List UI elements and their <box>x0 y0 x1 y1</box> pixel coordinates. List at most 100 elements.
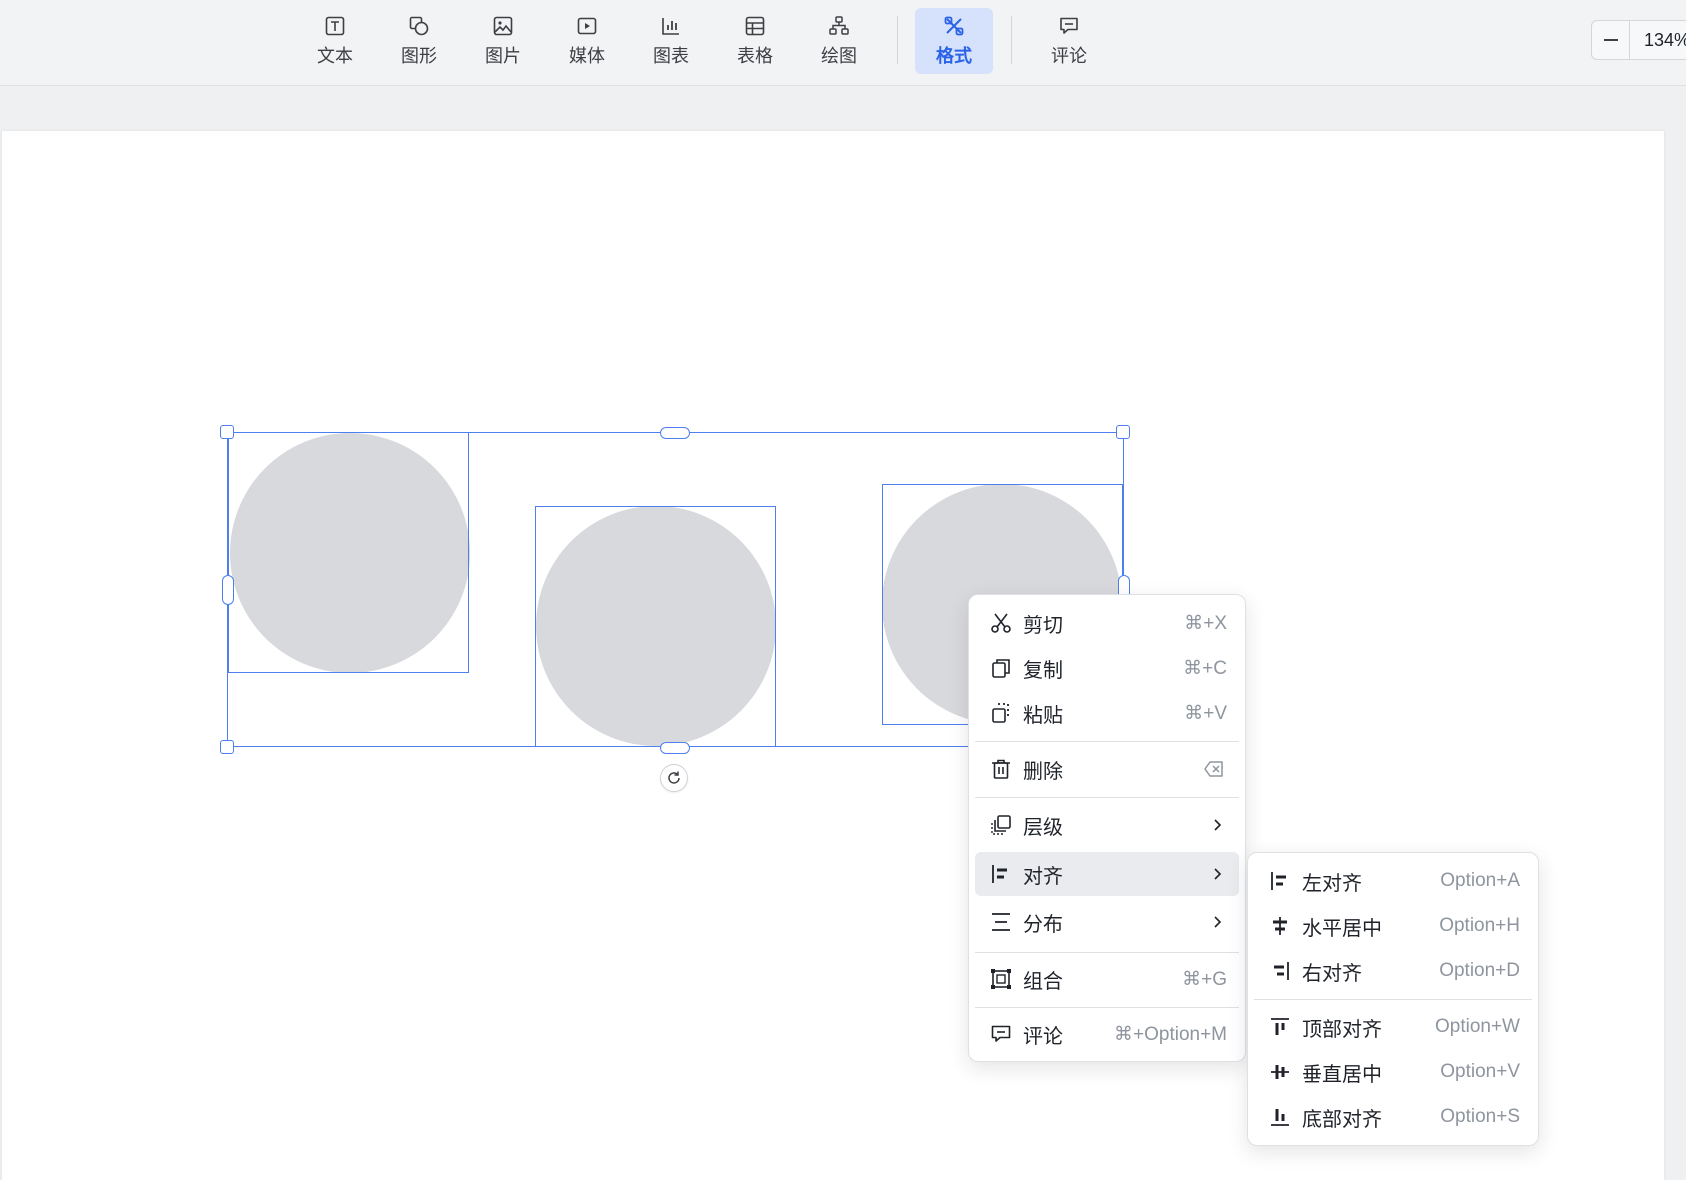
submenu-item-shortcut: Option+W <box>1434 1016 1520 1037</box>
context-menu: 剪切 ⌘+X 复制 ⌘+C 粘贴 ⌘+V 删除 层级 对齐 分布 组合 ⌘+G … <box>968 594 1246 1062</box>
copy-icon <box>992 659 1010 678</box>
submenu-item-shortcut: Option+D <box>1439 960 1520 981</box>
submenu-item-label: 垂直居中 <box>1302 1063 1382 1086</box>
distribute-icon <box>992 913 1010 931</box>
submenu-item-align-left[interactable]: 左对齐 Option+A <box>1254 859 1532 903</box>
submenu-item-shortcut: Option+V <box>1440 1061 1520 1082</box>
submenu-item-shortcut: Option+H <box>1439 915 1520 936</box>
menu-item-shortcut: ⌘+G <box>1182 968 1227 990</box>
align-top-icon <box>1271 1018 1289 1035</box>
submenu-item-shortcut: Option+A <box>1440 870 1520 891</box>
menu-item-align[interactable]: 对齐 <box>975 852 1239 896</box>
menu-item-comment[interactable]: 评论 ⌘+Option+M <box>975 1012 1239 1056</box>
zoom-out-button[interactable] <box>1592 21 1630 59</box>
shape-icon <box>409 16 429 36</box>
toolbar-divider <box>1011 16 1012 64</box>
menu-item-layer[interactable]: 层级 <box>975 803 1239 847</box>
scissors-icon <box>991 613 1011 633</box>
resize-handle-bottom[interactable] <box>660 742 690 754</box>
align-left-icon <box>992 865 1007 883</box>
rotate-handle[interactable] <box>660 764 688 792</box>
paste-icon <box>992 703 1009 723</box>
menu-separator <box>975 797 1239 798</box>
resize-handle-top-left[interactable] <box>220 425 234 439</box>
comment-icon <box>1060 17 1078 34</box>
menu-item-shortcut: ⌘+C <box>1183 657 1227 679</box>
media-icon <box>577 17 597 35</box>
submenu-item-label: 水平居中 <box>1302 917 1382 940</box>
toolbar-diagram-button[interactable]: 绘图 <box>800 8 878 74</box>
trash-icon <box>992 759 1010 779</box>
toolbar-format-label: 格式 <box>936 46 972 66</box>
toolbar-table-button[interactable]: 表格 <box>716 8 794 74</box>
text-icon <box>325 16 345 36</box>
submenu-item-align-bottom[interactable]: 底部对齐 Option+S <box>1254 1095 1532 1139</box>
toolbar-chart-button[interactable]: 图表 <box>632 8 710 74</box>
menu-item-paste[interactable]: 粘贴 ⌘+V <box>975 691 1239 735</box>
submenu-item-label: 左对齐 <box>1302 872 1362 895</box>
submenu-item-align-hcenter[interactable]: 水平居中 Option+H <box>1254 904 1532 948</box>
submenu-separator <box>1254 999 1532 1000</box>
toolbar-comment-label: 评论 <box>1051 46 1087 66</box>
align-horizontal-center-icon <box>1273 917 1287 935</box>
image-icon <box>493 16 513 36</box>
submenu-item-align-vcenter[interactable]: 垂直居中 Option+V <box>1254 1050 1532 1094</box>
toolbar-format-button[interactable]: 格式 <box>915 8 993 74</box>
toolbar-text-button[interactable]: 文本 <box>296 8 374 74</box>
menu-item-label: 分布 <box>1023 913 1063 936</box>
toolbar-divider <box>897 16 898 64</box>
submenu-item-label: 右对齐 <box>1302 962 1362 985</box>
toolbar-image-label: 图片 <box>485 46 521 66</box>
toolbar-shape-label: 图形 <box>401 46 437 66</box>
toolbar-diagram-label: 绘图 <box>821 46 857 66</box>
toolbar-comment-button[interactable]: 评论 <box>1030 8 1108 74</box>
align-submenu: 左对齐 Option+A 水平居中 Option+H 右对齐 Option+D <box>1247 852 1539 1146</box>
menu-item-delete[interactable]: 删除 <box>975 747 1239 791</box>
top-toolbar: 文本 图形 图片 媒体 图表 表格 绘图 格式 评论 134% <box>0 0 1686 86</box>
minus-icon <box>1603 39 1618 41</box>
chart-icon <box>662 18 679 35</box>
align-right-icon <box>1274 962 1289 980</box>
align-bottom-icon <box>1271 1109 1289 1126</box>
toolbar-shape-button[interactable]: 图形 <box>380 8 458 74</box>
toolbar-media-button[interactable]: 媒体 <box>548 8 626 74</box>
submenu-item-label: 底部对齐 <box>1302 1108 1382 1131</box>
toolbar-image-button[interactable]: 图片 <box>464 8 542 74</box>
menu-separator <box>975 1007 1239 1008</box>
submenu-item-shortcut: Option+S <box>1440 1106 1520 1127</box>
menu-item-shortcut: ⌘+X <box>1184 612 1227 634</box>
toolbar-media-label: 媒体 <box>569 46 605 66</box>
menu-item-label: 对齐 <box>1023 865 1063 888</box>
align-vertical-center-icon <box>1271 1065 1289 1079</box>
menu-separator <box>975 741 1239 742</box>
menu-separator <box>975 952 1239 953</box>
menu-item-label: 复制 <box>1023 659 1063 682</box>
menu-item-distribute[interactable]: 分布 <box>975 900 1239 944</box>
app-window: 文本 图形 图片 媒体 图表 表格 绘图 格式 评论 134% 剪切 ⌘+X 复… <box>0 0 1686 1180</box>
group-icon <box>991 969 1011 989</box>
menu-item-label: 评论 <box>1023 1025 1063 1048</box>
menu-item-label: 组合 <box>1023 970 1063 993</box>
menu-item-label: 粘贴 <box>1023 704 1063 727</box>
rotate-icon <box>668 771 680 784</box>
menu-item-cut[interactable]: 剪切 ⌘+X <box>975 601 1239 645</box>
resize-handle-top[interactable] <box>660 427 690 439</box>
submenu-item-align-right[interactable]: 右对齐 Option+D <box>1254 949 1532 993</box>
resize-handle-top-right[interactable] <box>1116 425 1130 439</box>
menu-item-group[interactable]: 组合 ⌘+G <box>975 957 1239 1001</box>
align-left-icon <box>1271 872 1286 890</box>
format-icon <box>944 16 964 36</box>
zoom-value[interactable]: 134% <box>1630 30 1686 51</box>
menu-item-label: 删除 <box>1023 760 1063 783</box>
comment-icon <box>991 1025 1011 1042</box>
menu-item-shortcut: ⌘+V <box>1184 702 1227 724</box>
resize-handle-bottom-left[interactable] <box>220 740 234 754</box>
table-icon <box>745 16 765 36</box>
chevron-right-icon <box>1214 916 1222 928</box>
chevron-right-icon <box>1214 868 1222 880</box>
menu-item-copy[interactable]: 复制 ⌘+C <box>975 646 1239 690</box>
resize-handle-left[interactable] <box>222 575 234 605</box>
submenu-item-align-top[interactable]: 顶部对齐 Option+W <box>1254 1005 1532 1049</box>
zoom-control: 134% <box>1591 20 1686 60</box>
menu-item-shortcut: ⌘+Option+M <box>1114 1023 1227 1045</box>
